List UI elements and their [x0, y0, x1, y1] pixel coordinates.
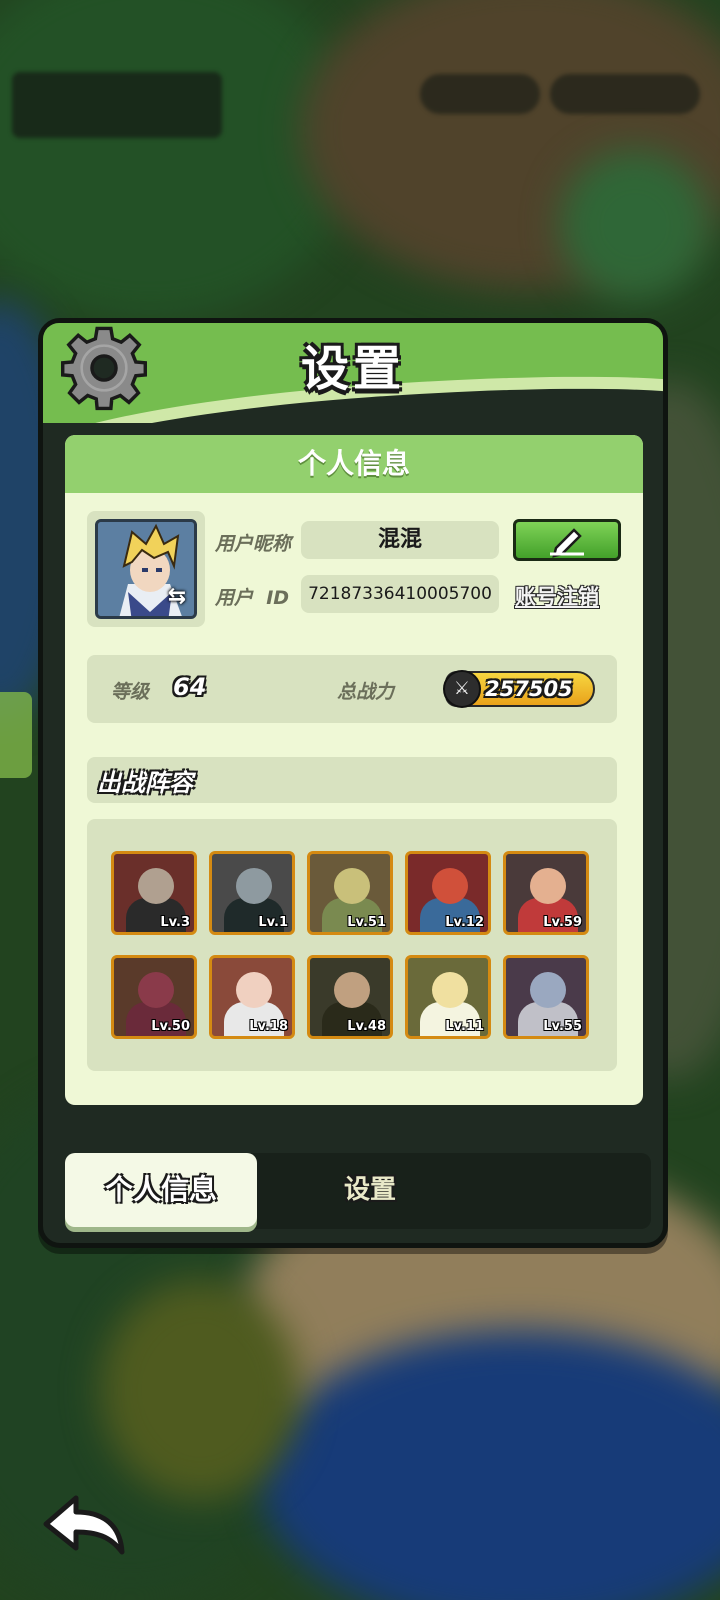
hero-portrait [432, 868, 468, 904]
hero-level: Lv.3 [160, 915, 190, 930]
back-arrow-icon[interactable] [38, 1490, 128, 1560]
hero-portrait [236, 868, 272, 904]
nickname-field: 混混 [301, 521, 499, 559]
hero-portrait [138, 868, 174, 904]
hero-portrait [530, 972, 566, 1008]
hero-portrait [236, 972, 272, 1008]
avatar[interactable]: ⇆ [95, 519, 197, 619]
player-hud-blurred [12, 72, 222, 138]
stats-row: 等级 64 总战力 ⚔ 257505 [87, 655, 617, 723]
hero-card[interactable]: Lv.11 [405, 955, 491, 1039]
level-label: 等级 [111, 681, 150, 703]
hero-card[interactable]: Lv.51 [307, 851, 393, 935]
hero-card[interactable]: Lv.48 [307, 955, 393, 1039]
hero-card[interactable]: Lv.3 [111, 851, 197, 935]
hero-card[interactable]: Lv.50 [111, 955, 197, 1039]
user-id-field: 72187336410005700 [301, 575, 499, 613]
hero-card[interactable]: Lv.55 [503, 955, 589, 1039]
hero-portrait [530, 868, 566, 904]
hero-card[interactable]: Lv.1 [209, 851, 295, 935]
cancel-account-link[interactable]: 账号注销 [515, 581, 599, 611]
settings-panel: 设置 个人信息 ⇆ 用户昵称 混混 用户 ID 7218733641000570… [38, 318, 668, 1248]
lineup-title: 出战阵容 [97, 769, 193, 797]
hero-level: Lv.11 [445, 1019, 484, 1034]
section-title: 个人信息 [65, 435, 643, 493]
hero-portrait [432, 972, 468, 1008]
hero-level: Lv.18 [249, 1019, 288, 1034]
power-badge: ⚔ 257505 [443, 670, 595, 708]
panel-header: 设置 [43, 323, 663, 423]
hero-level: Lv.12 [445, 915, 484, 930]
hero-card[interactable]: Lv.12 [405, 851, 491, 935]
panel-title: 设置 [300, 341, 405, 397]
hero-card[interactable]: Lv.18 [209, 955, 295, 1039]
hero-level: Lv.48 [347, 1019, 386, 1034]
hero-level: Lv.55 [543, 1019, 582, 1034]
resource-hud-blurred [550, 74, 700, 114]
hero-card[interactable]: Lv.59 [503, 851, 589, 935]
hero-level: Lv.51 [347, 915, 386, 930]
hero-portrait [334, 972, 370, 1008]
hero-portrait [334, 868, 370, 904]
hero-lineup-grid: Lv.3 Lv.1 Lv.51 Lv.12 Lv.59 Lv.50 Lv.18 Lv.48 Lv… [87, 819, 617, 1071]
resource-hud-blurred [420, 74, 540, 114]
personal-info-content: 个人信息 ⇆ 用户昵称 混混 用户 ID 72187336410005700 账… [65, 435, 643, 1105]
power-label: 总战力 [337, 681, 395, 703]
tab-personal-info[interactable]: 个人信息 [65, 1153, 257, 1227]
avatar-frame[interactable]: ⇆ [87, 511, 205, 627]
hero-level: Lv.50 [151, 1019, 190, 1034]
crossed-swords-icon: ⚔ [443, 670, 481, 708]
level-value: 64 [173, 673, 207, 701]
side-menu-button[interactable] [0, 692, 32, 778]
pencil-icon [550, 528, 584, 558]
swap-avatar-icon[interactable]: ⇆ [164, 584, 190, 610]
tab-settings[interactable]: 设置 [295, 1153, 445, 1227]
hero-portrait [138, 972, 174, 1008]
user-id-label: 用户 ID [215, 587, 290, 609]
nickname-label: 用户昵称 [215, 533, 292, 555]
lineup-header: 出战阵容 [87, 757, 617, 803]
bottom-tab-bar: 个人信息 设置 [65, 1153, 651, 1229]
hero-level: Lv.1 [258, 915, 288, 930]
hero-level: Lv.59 [543, 915, 582, 930]
edit-nickname-button[interactable] [513, 519, 621, 561]
power-value: 257505 [485, 677, 573, 701]
